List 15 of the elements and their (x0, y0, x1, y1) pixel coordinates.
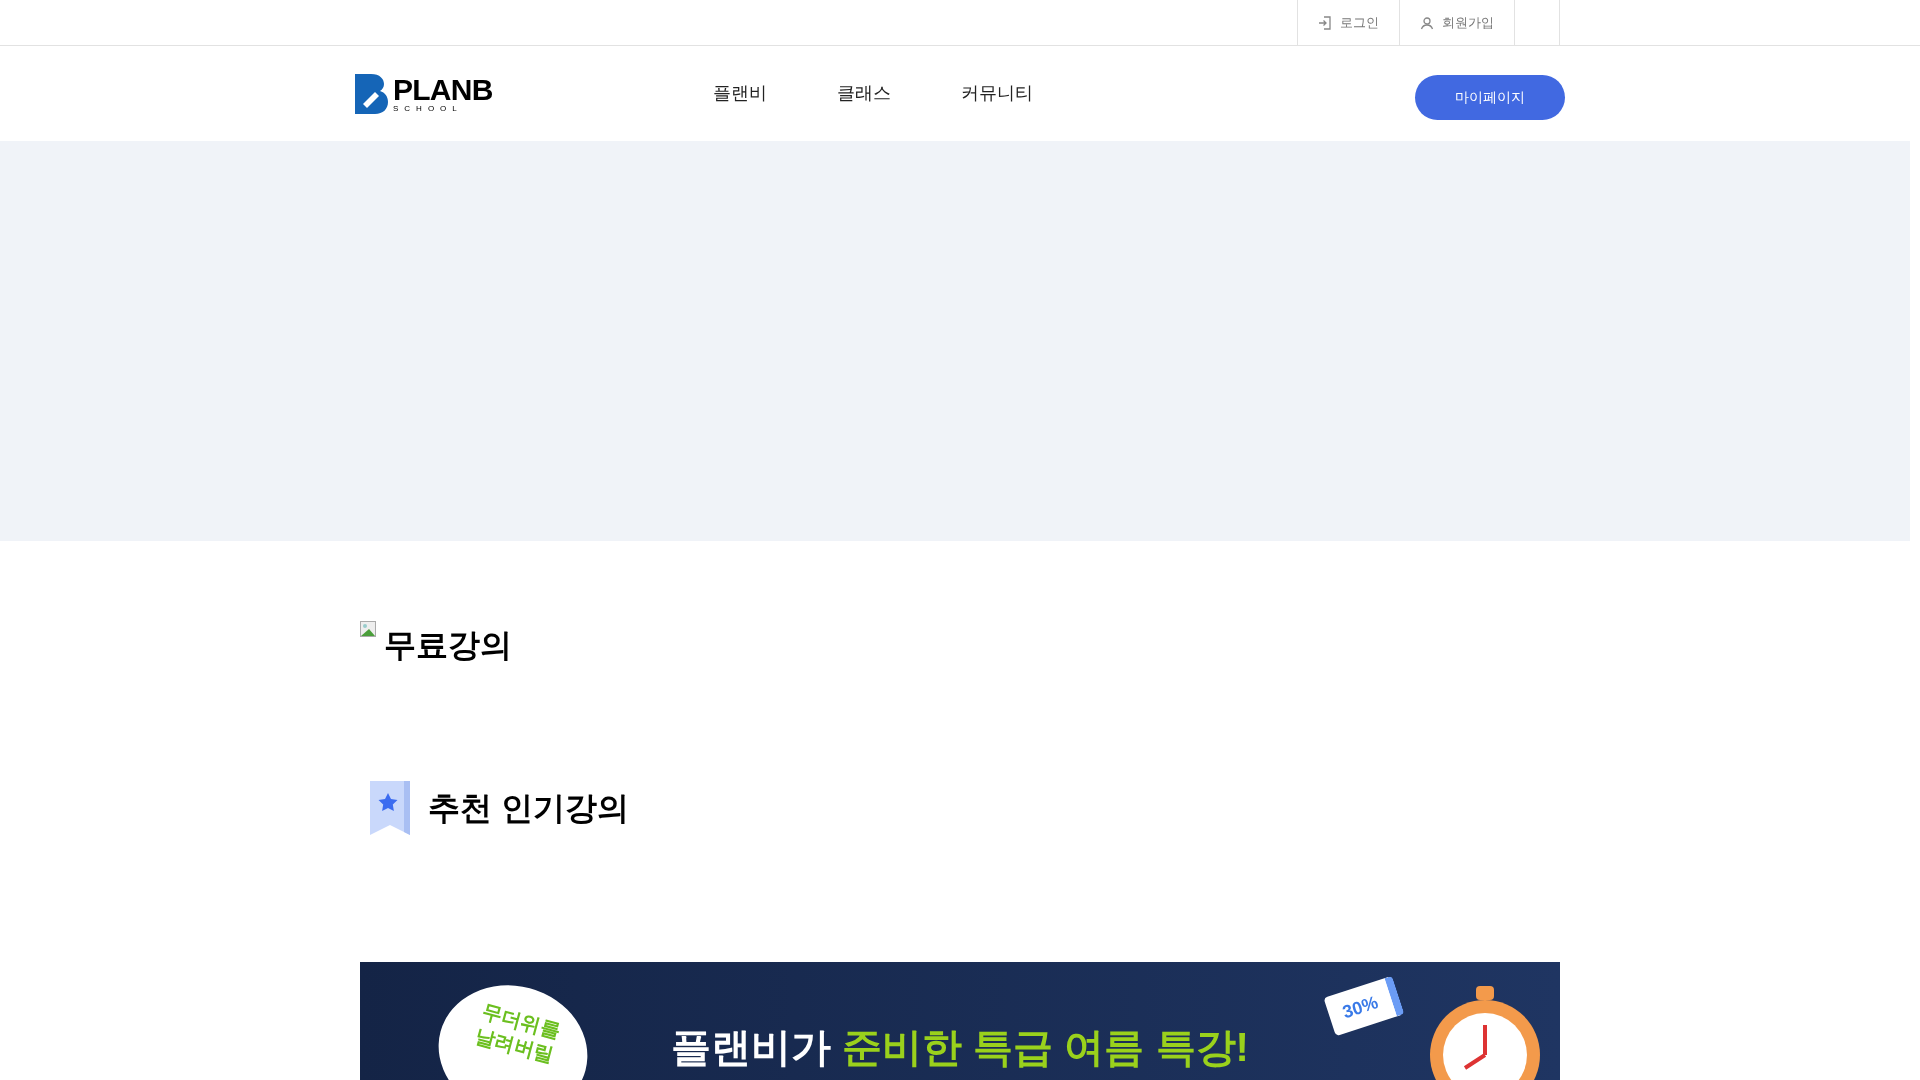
coupon-ticket: 30% (1323, 975, 1405, 1037)
bookmark-star-icon (368, 779, 412, 837)
nav-link[interactable]: 클래스 (836, 80, 891, 107)
user-icon (1420, 15, 1434, 30)
planb-logo[interactable]: PLANB SCHOOL (355, 73, 493, 114)
login-icon (1318, 15, 1332, 30)
mypage-button[interactable]: 마이페이지 (1415, 75, 1565, 120)
section-title: 무료강의 (384, 626, 512, 665)
section-title: 추천 인기강의 (428, 789, 629, 828)
nav-link[interactable]: 커뮤니티 (960, 80, 1033, 107)
broken-image-icon (360, 621, 376, 637)
banner-headline: 플랜비가 준비한 특급 여름 특강! (671, 1024, 1249, 1071)
signup-link[interactable]: 회원가입 (1399, 0, 1514, 45)
login-link[interactable]: 로그인 (1297, 0, 1399, 45)
nav-link[interactable]: 플랜비 (712, 80, 767, 107)
